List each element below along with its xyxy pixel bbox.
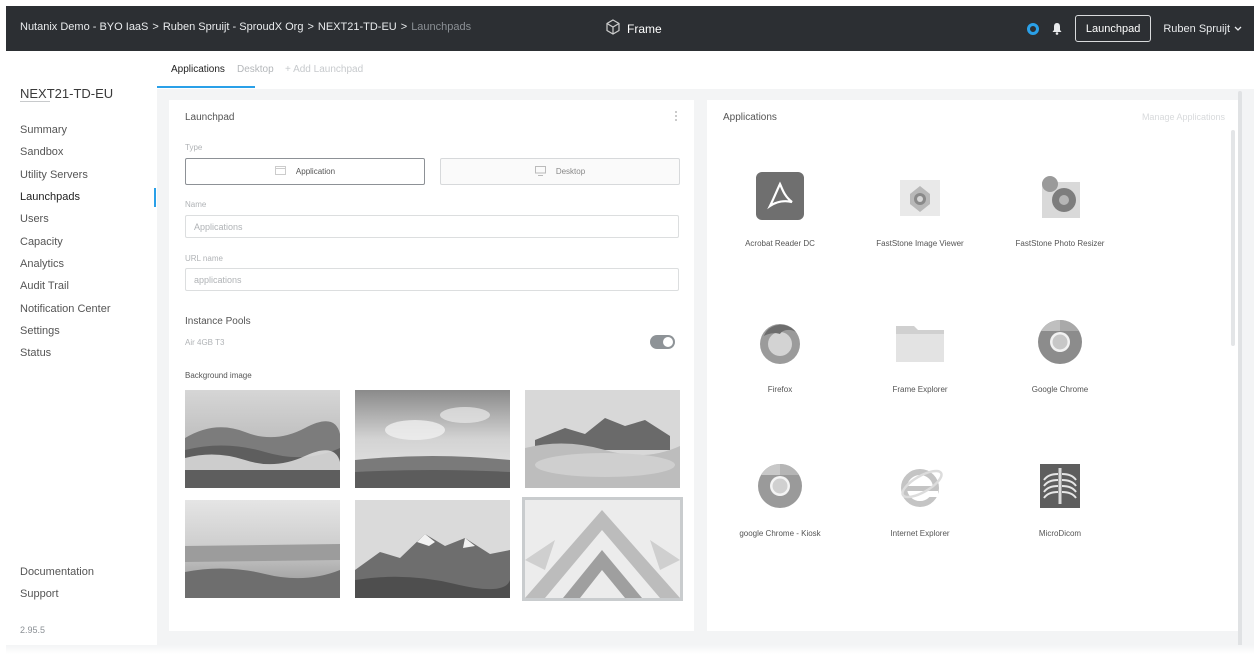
sidebar-item-analytics[interactable]: Analytics [6, 253, 156, 275]
app-name: Frame Explorer [892, 385, 948, 394]
background-thumbnail-3[interactable] [525, 390, 680, 488]
application-window-icon [274, 166, 286, 177]
chevron-down-icon [1234, 23, 1242, 35]
top-bar: Nutanix Demo - BYO IaaS > Ruben Spruijt - … [6, 6, 1254, 51]
app-name: Firefox [767, 385, 793, 394]
app-tile[interactable]: MicroDicom [995, 460, 1125, 538]
app-tile[interactable]: Google Chrome [995, 316, 1125, 394]
folder-icon [894, 316, 946, 368]
name-field[interactable]: Applications [185, 215, 679, 238]
app-tile[interactable]: FastStone Photo Resizer [995, 170, 1125, 248]
sidebar-item-sandbox[interactable]: Sandbox [6, 141, 156, 163]
breadcrumb-item-account[interactable]: Nutanix Demo - BYO IaaS [20, 21, 148, 33]
brand-logo[interactable]: Frame [605, 19, 662, 38]
sidebar-item-notification-center[interactable]: Notification Center [6, 297, 156, 319]
app-name: Google Chrome [1031, 385, 1089, 394]
app-name: FastStone Image Viewer [876, 239, 964, 248]
sidebar-item-capacity[interactable]: Capacity [6, 230, 156, 252]
instance-pools-title: Instance Pools [185, 316, 251, 327]
app-tile[interactable]: google Chrome - Kiosk [715, 460, 845, 538]
background-thumbnail-5[interactable] [355, 500, 510, 598]
sidebar-nav: Summary Sandbox Utility Servers Launchpa… [6, 119, 156, 364]
sidebar-item-launchpads[interactable]: Launchpads [6, 186, 156, 208]
background-thumbnail-4[interactable] [185, 500, 340, 598]
documentation-link[interactable]: Documentation [20, 561, 94, 583]
account-title: NEXT21-TD-EU [20, 86, 114, 101]
chrome-icon [1034, 316, 1086, 368]
user-menu[interactable]: Ruben Spruijt [1161, 23, 1242, 35]
breadcrumb-item-current: Launchpads [411, 21, 472, 33]
faststone-resizer-icon [1034, 170, 1086, 222]
instance-pool-name: Air 4GB T3 [185, 338, 225, 347]
acrobat-icon [754, 170, 806, 222]
sidebar-item-audit-trail[interactable]: Audit Trail [6, 275, 156, 297]
background-thumbnail-2[interactable] [355, 390, 510, 488]
sidebar-item-settings[interactable]: Settings [6, 320, 156, 342]
main-scrollbar[interactable] [1238, 91, 1242, 651]
launchpad-button[interactable]: Launchpad [1074, 15, 1152, 42]
app-tile[interactable]: Frame Explorer [855, 316, 985, 394]
app-name: Internet Explorer [890, 529, 950, 538]
breadcrumb-separator: > [152, 21, 159, 33]
tab-applications[interactable]: Applications [171, 64, 225, 75]
monitor-icon [534, 165, 546, 178]
bell-icon[interactable] [1049, 21, 1065, 37]
applications-panel: Applications Manage Applications Acrobat… [707, 100, 1239, 631]
brand-name: Frame [627, 21, 662, 36]
xray-icon [1034, 460, 1086, 512]
tab-bar: Applications Desktop + Add Launchpad [157, 51, 1254, 89]
background-image-label: Background image [185, 371, 252, 380]
sidebar-item-summary[interactable]: Summary [6, 119, 156, 141]
breadcrumb-separator: > [400, 21, 408, 33]
type-application-button[interactable]: Application [185, 158, 425, 185]
app-tile[interactable]: Acrobat Reader DC [715, 170, 845, 248]
type-desktop-button[interactable]: Desktop [440, 158, 680, 185]
main-content: Applications Desktop + Add Launchpad Lau… [157, 51, 1254, 654]
name-label: Name [185, 200, 207, 209]
panel-title: Launchpad [185, 112, 235, 123]
app-tile[interactable]: Internet Explorer [855, 460, 985, 538]
active-tab-indicator [157, 86, 255, 88]
sidebar-item-utility-servers[interactable]: Utility Servers [6, 164, 156, 186]
manage-applications-link[interactable]: Manage Applications [1142, 112, 1225, 122]
breadcrumb-item-account-name[interactable]: NEXT21-TD-EU [318, 21, 397, 33]
breadcrumb-item-org[interactable]: Ruben Spruijt - SproudX Org [163, 21, 304, 33]
app-name: FastStone Photo Resizer [1015, 239, 1105, 248]
instance-pool-toggle[interactable] [650, 335, 675, 349]
type-label: Type [185, 143, 203, 152]
scrollbar[interactable] [1231, 130, 1235, 346]
app-name: Acrobat Reader DC [745, 239, 815, 248]
user-name: Ruben Spruijt [1163, 22, 1230, 35]
sidebar: NEXT21-TD-EU Summary Sandbox Utility Ser… [6, 51, 156, 654]
app-tile[interactable]: FastStone Image Viewer [855, 170, 985, 248]
support-link[interactable]: Support [20, 583, 94, 605]
version-label: 2.95.5 [20, 625, 46, 635]
url-name-label: URL name [185, 254, 223, 263]
faststone-viewer-icon [894, 170, 946, 222]
background-thumbnail-6-selected[interactable] [522, 497, 683, 601]
divider [20, 101, 50, 102]
firefox-icon [754, 316, 806, 368]
app-tile[interactable]: Firefox [715, 316, 845, 394]
tab-desktop[interactable]: Desktop [237, 64, 274, 75]
app-name: MicroDicom [1038, 529, 1082, 538]
status-ring-icon[interactable] [1026, 22, 1039, 35]
app-name: google Chrome - Kiosk [739, 529, 821, 538]
type-application-label: Application [295, 167, 336, 176]
chrome-icon [754, 460, 806, 512]
panel-title: Applications [723, 112, 777, 123]
ie-icon [894, 460, 946, 512]
type-desktop-label: Desktop [555, 167, 586, 176]
frame-cube-icon [605, 19, 621, 38]
breadcrumb: Nutanix Demo - BYO IaaS > Ruben Spruijt - … [20, 21, 471, 33]
bottom-shadow [6, 645, 1254, 654]
background-thumbnail-1[interactable] [185, 390, 340, 488]
breadcrumb-separator: > [307, 21, 314, 33]
more-vertical-icon[interactable] [674, 110, 678, 125]
sidebar-item-users[interactable]: Users [6, 208, 156, 230]
sidebar-item-status[interactable]: Status [6, 342, 156, 364]
url-name-field[interactable]: applications [185, 268, 679, 291]
add-launchpad-button[interactable]: + Add Launchpad [285, 64, 363, 75]
launchpad-panel: Launchpad Type Application Desktop Name … [169, 100, 694, 631]
